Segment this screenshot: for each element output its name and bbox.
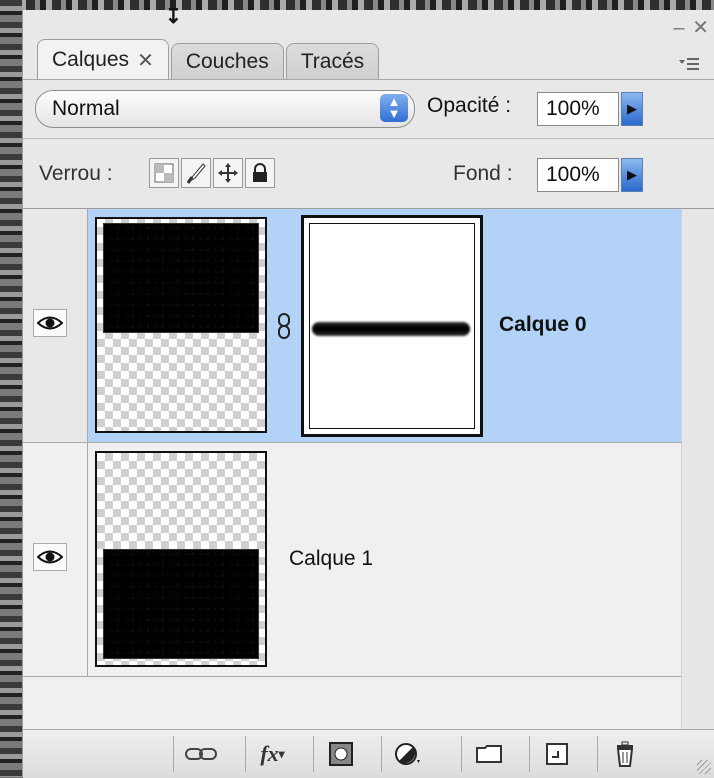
tab-divider (23, 79, 714, 80)
divider (23, 138, 714, 139)
opacity-field[interactable]: 100% (537, 92, 619, 126)
tab-label: Calques (52, 48, 130, 71)
adjustment-layer-icon[interactable] (381, 736, 435, 772)
eye-icon[interactable] (33, 309, 67, 337)
lock-label: Verrou : (39, 162, 113, 185)
panel-tabs: Calques ✕ Couches Tracés (37, 36, 381, 80)
layer-thumbnail (95, 451, 267, 667)
blend-mode-select[interactable]: Normal ▲ ▼ (35, 90, 415, 128)
minimize-button[interactable]: – (674, 17, 685, 39)
add-mask-icon[interactable] (313, 736, 367, 772)
panel-menu-icon[interactable] (665, 54, 701, 78)
resize-grip-icon[interactable] (697, 760, 711, 774)
collage-image (103, 549, 259, 659)
visibility-cell (23, 443, 88, 676)
tab-traces[interactable]: Tracés (285, 43, 380, 80)
tab-couches[interactable]: Couches (170, 43, 284, 80)
opacity-label: Opacité : (427, 94, 512, 117)
cursor-arrow-icon: ↧ (165, 6, 182, 28)
layers-list: Calque 0 Calque 1 (23, 209, 682, 729)
window-controls: – ✕ (672, 18, 709, 38)
fill-label: Fond : (453, 162, 513, 185)
layer-row-calque-1[interactable]: Calque 1 (23, 443, 681, 677)
blend-mode-stepper-icon[interactable]: ▲ ▼ (380, 94, 408, 122)
layers-panel: ↧ – ✕ Calques ✕ Couches Tracés Normal ▲ ▼… (22, 6, 714, 778)
fx-label: fx (260, 741, 279, 766)
layer-row-calque-0[interactable]: Calque 0 (23, 209, 681, 443)
scrollbar[interactable] (681, 209, 714, 729)
link-layers-icon[interactable] (173, 736, 227, 772)
layer-name[interactable]: Calque 0 (499, 313, 587, 337)
visibility-cell (23, 209, 88, 442)
tab-calques[interactable]: Calques ✕ (37, 39, 169, 80)
tab-label: Couches (185, 50, 269, 73)
layer-name[interactable]: Calque 1 (289, 547, 373, 571)
collage-image (103, 223, 259, 333)
mask-brush-stroke (312, 322, 470, 336)
blend-mode-value: Normal (52, 97, 120, 120)
fx-icon[interactable]: fx ▾ (245, 736, 299, 772)
opacity-slider-arrow-icon[interactable]: ▶ (621, 92, 643, 126)
fill-slider-arrow-icon[interactable]: ▶ (621, 158, 643, 192)
chain-link-icon[interactable] (277, 313, 291, 345)
layer-thumbnail (95, 217, 267, 433)
new-layer-icon[interactable] (529, 736, 583, 772)
dropdown-dot-icon: ▾ (278, 746, 285, 761)
eye-icon[interactable] (33, 543, 67, 571)
tab-label: Tracés (300, 50, 365, 73)
tab-close-icon[interactable]: ✕ (137, 48, 154, 73)
layer-mask-thumbnail[interactable] (301, 215, 483, 437)
lock-position-move-icon[interactable] (213, 158, 243, 188)
canvas-background-left (0, 0, 22, 777)
new-group-folder-icon[interactable] (461, 736, 515, 772)
fill-field[interactable]: 100% (537, 158, 619, 192)
panel-footer: fx ▾ (23, 729, 714, 778)
lock-all-padlock-icon[interactable] (245, 158, 275, 188)
trash-icon[interactable] (597, 736, 651, 772)
lock-transparency-icon[interactable] (149, 158, 179, 188)
close-panel-button[interactable]: ✕ (692, 17, 709, 39)
lock-image-brush-icon[interactable] (181, 158, 211, 188)
